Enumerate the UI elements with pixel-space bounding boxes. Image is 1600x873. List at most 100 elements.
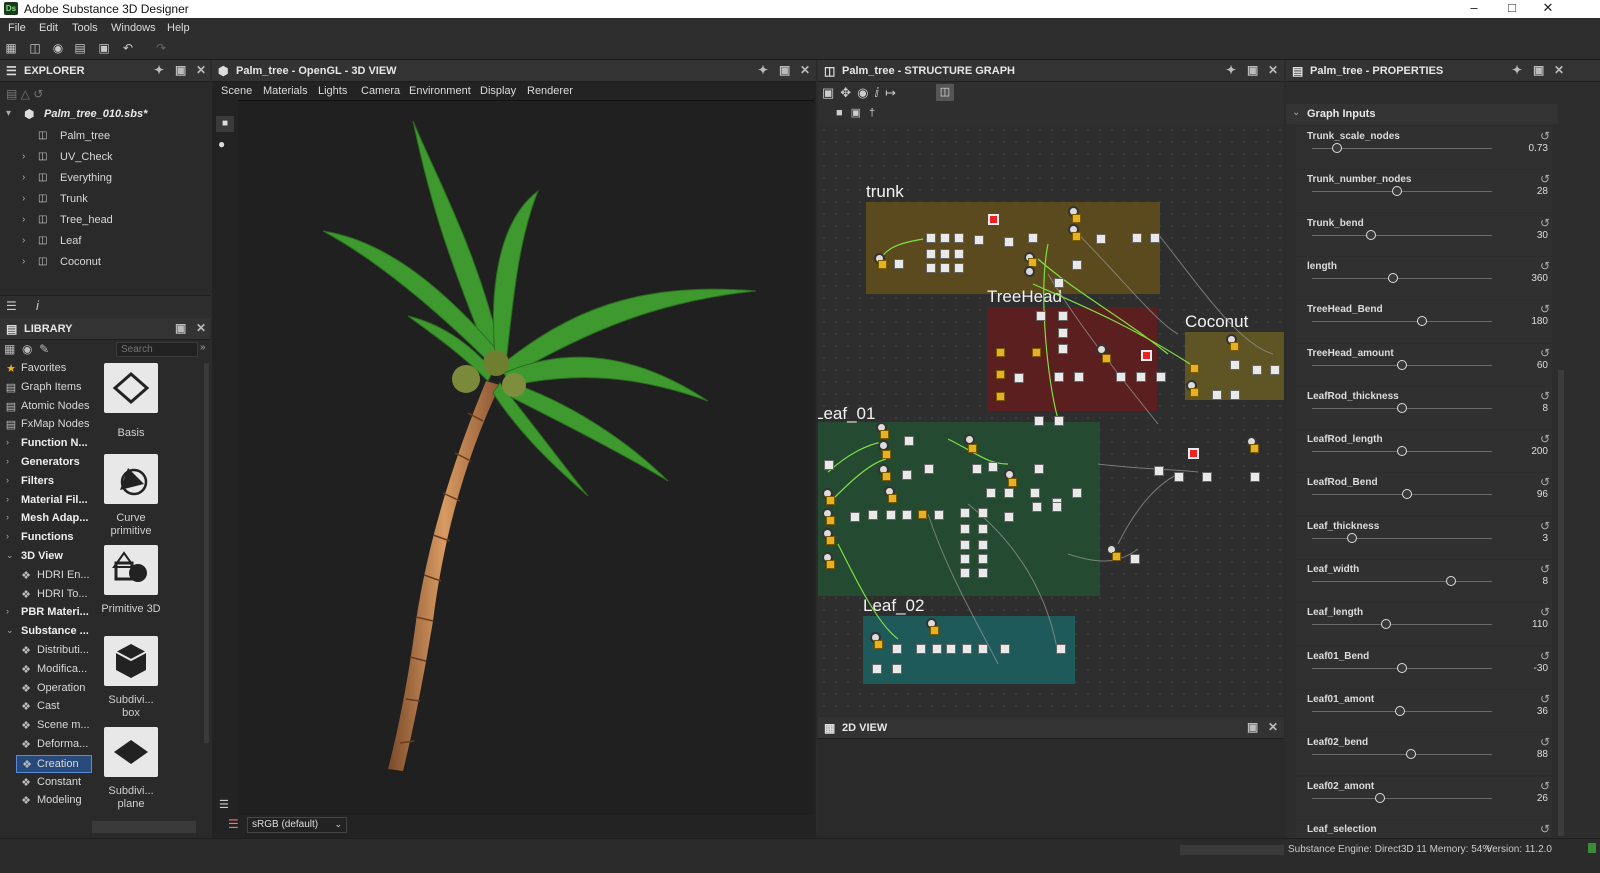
expand-icon[interactable]: ›: [22, 172, 25, 183]
param-value[interactable]: 360: [1531, 273, 1548, 284]
pin-icon[interactable]: ✦: [1512, 63, 1522, 77]
param-value[interactable]: 60: [1537, 360, 1548, 371]
graph-node[interactable]: [1072, 488, 1082, 498]
graph-node[interactable]: [960, 524, 970, 534]
graph-node[interactable]: [1014, 373, 1024, 383]
slider-track[interactable]: [1312, 754, 1492, 756]
info-icon[interactable]: i: [36, 298, 39, 313]
close-icon[interactable]: ✕: [1268, 720, 1278, 734]
graph-node[interactable]: [1250, 472, 1260, 482]
graph-node[interactable]: [1190, 364, 1199, 373]
pin-icon[interactable]: ✦: [758, 63, 768, 77]
graph-node[interactable]: [934, 510, 944, 520]
more-icon[interactable]: »: [200, 342, 206, 353]
graph-node[interactable]: [940, 233, 950, 243]
graph-node[interactable]: [1230, 342, 1239, 351]
graph-node[interactable]: [1054, 278, 1064, 288]
new-package-icon[interactable]: ◫: [28, 42, 42, 55]
view3d-menu-materials[interactable]: Materials: [263, 85, 308, 97]
param-value[interactable]: 0.73: [1529, 143, 1548, 154]
graph-node[interactable]: [1174, 472, 1184, 482]
reset-icon[interactable]: ↺: [1540, 822, 1550, 836]
library-category-3d-view[interactable]: ⌄ 3D View: [0, 548, 100, 566]
view3d-menu-renderer[interactable]: Renderer: [527, 85, 573, 97]
close-icon[interactable]: ✕: [1268, 63, 1278, 77]
graph-node[interactable]: [824, 460, 834, 470]
slider-handle[interactable]: [1375, 792, 1386, 803]
library-category-cast[interactable]: ❖ Cast: [0, 698, 100, 716]
graph-node[interactable]: [1112, 552, 1121, 561]
slider-track[interactable]: [1312, 321, 1492, 323]
library-category-atomic-nodes[interactable]: ▤ Atomic Nodes: [0, 398, 100, 416]
3d-viewport[interactable]: [238, 100, 814, 815]
graph-node[interactable]: [1054, 372, 1064, 382]
graph-node[interactable]: [974, 235, 984, 245]
library-scrollbar[interactable]: [204, 363, 209, 743]
view3d-menu-display[interactable]: Display: [480, 85, 516, 97]
graph-view-toggle-icon[interactable]: ◫: [936, 84, 954, 101]
library-search-input[interactable]: [116, 342, 198, 357]
graph-node[interactable]: [1102, 354, 1111, 363]
graph-node[interactable]: [892, 644, 902, 654]
reset-icon[interactable]: ↺: [1540, 779, 1550, 793]
graph-node[interactable]: [960, 568, 970, 578]
library-category-hdri-to[interactable]: ❖ HDRI To...: [0, 586, 100, 604]
graph-node[interactable]: [872, 664, 882, 674]
graph-node[interactable]: [1030, 488, 1040, 498]
graph-node[interactable]: [996, 348, 1005, 357]
library-category-substance[interactable]: ⌄ Substance ...: [0, 623, 100, 641]
graph-node[interactable]: [1270, 365, 1280, 375]
reset-icon[interactable]: ↺: [1540, 302, 1550, 316]
minimize-icon[interactable]: –: [1456, 0, 1492, 18]
library-category-scene-m[interactable]: ❖ Scene m...: [0, 717, 100, 735]
reset-icon[interactable]: ↺: [1540, 649, 1550, 663]
close-icon[interactable]: ✕: [800, 63, 810, 77]
graph-node[interactable]: [1154, 466, 1164, 476]
library-category-modifica[interactable]: ❖ Modifica...: [0, 661, 100, 679]
graph-node[interactable]: [878, 260, 887, 269]
package-name[interactable]: Palm_tree_010.sbs*: [44, 108, 147, 120]
graph-node[interactable]: [902, 470, 912, 480]
slider-handle[interactable]: [1380, 619, 1391, 630]
graph-node[interactable]: [918, 510, 927, 519]
close-icon[interactable]: ✕: [196, 321, 206, 335]
expand-icon[interactable]: ›: [6, 512, 9, 522]
param-value[interactable]: 180: [1531, 316, 1548, 327]
graph-node[interactable]: [1132, 233, 1142, 243]
graph-node[interactable]: [926, 249, 936, 259]
close-icon[interactable]: ✕: [1554, 63, 1564, 77]
param-value[interactable]: 110: [1532, 619, 1548, 630]
library-category-fxmap-nodes[interactable]: ▤ FxMap Nodes: [0, 416, 100, 434]
param-value[interactable]: 26: [1537, 793, 1548, 804]
reset-icon[interactable]: ↺: [1540, 605, 1550, 619]
slider-track[interactable]: [1312, 277, 1492, 279]
tile-basis[interactable]: [104, 363, 158, 413]
graph-node[interactable]: [978, 540, 988, 550]
library-hscrollbar[interactable]: [92, 821, 196, 833]
library-category-operation[interactable]: ❖ Operation: [0, 680, 100, 698]
graph-node[interactable]: [930, 626, 939, 635]
graph-node[interactable]: [960, 554, 970, 564]
graph-node[interactable]: [924, 464, 934, 474]
graph-node[interactable]: [892, 664, 902, 674]
colorspace-select[interactable]: sRGB (default) ⌄: [247, 817, 347, 833]
graph-node[interactable]: [968, 444, 977, 453]
library-category-function-n[interactable]: › Function N...: [0, 435, 100, 453]
graph-node[interactable]: [988, 214, 999, 225]
graph-input-node[interactable]: [1024, 266, 1035, 277]
float-icon[interactable]: ▣: [779, 63, 790, 77]
param-value[interactable]: 88: [1537, 749, 1548, 760]
graph-node[interactable]: [1072, 232, 1081, 241]
expand-icon[interactable]: ›: [6, 531, 9, 541]
expand-icon[interactable]: ›: [22, 151, 25, 162]
graph-node[interactable]: [1190, 388, 1199, 397]
graph-node[interactable]: [874, 640, 883, 649]
slider-track[interactable]: [1312, 581, 1492, 582]
param-value[interactable]: 28: [1537, 186, 1548, 197]
graph-node[interactable]: [1150, 233, 1160, 243]
slider-handle[interactable]: [1397, 402, 1407, 413]
graph-node[interactable]: [946, 644, 956, 654]
float-icon[interactable]: ▣: [1533, 63, 1544, 77]
graph-node[interactable]: [926, 233, 936, 243]
tile-primitive-3d[interactable]: [104, 545, 158, 595]
